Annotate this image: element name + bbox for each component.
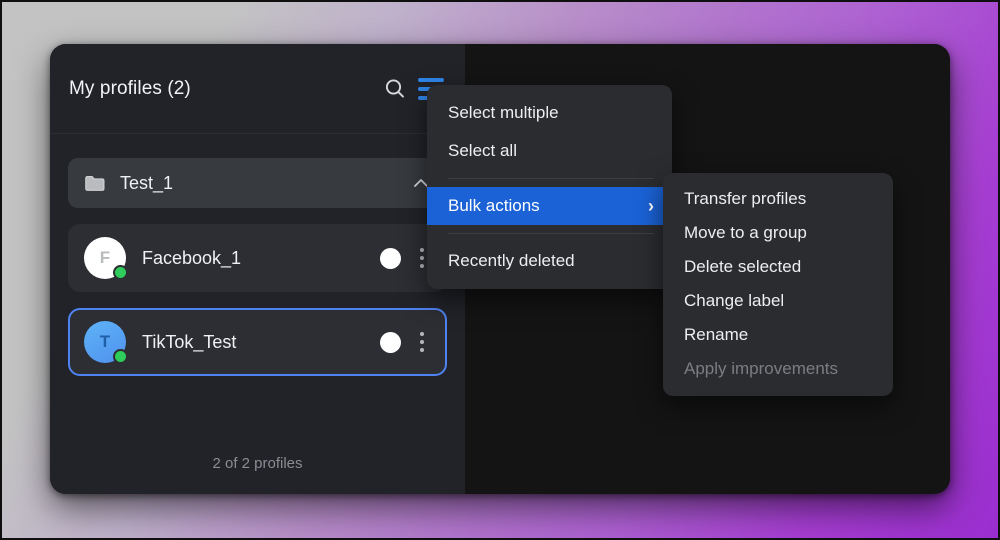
profile-row-facebook-1[interactable]: F Facebook_1 — [68, 224, 447, 292]
avatar: F — [84, 237, 128, 280]
profile-name: TikTok_Test — [142, 331, 237, 352]
profiles-list: Test_1 F Facebook_1 T TikTok_Test — [50, 134, 465, 432]
profile-toggle[interactable] — [380, 331, 401, 353]
submenu-item-label: Change label — [684, 291, 785, 310]
profile-name: Facebook_1 — [142, 247, 242, 268]
submenu-item-label: Apply improvements — [684, 359, 839, 378]
search-icon — [383, 77, 407, 101]
sidebar-header: My profiles (2) — [50, 44, 465, 134]
menu-item-select-all[interactable]: Select all — [427, 132, 672, 170]
submenu-item-label: Transfer profiles — [684, 189, 807, 208]
submenu-item-delete-selected[interactable]: Delete selected — [663, 250, 893, 284]
menu-divider — [448, 233, 654, 234]
profiles-sidebar: My profiles (2) Test_1 F Facebook_1 T Ti… — [50, 44, 465, 494]
profile-group-name: Test_1 — [120, 172, 174, 193]
submenu-item-rename[interactable]: Rename — [663, 318, 893, 352]
status-online-dot — [113, 265, 128, 280]
profile-row-tiktok-test[interactable]: T TikTok_Test — [68, 308, 447, 376]
menu-divider — [448, 178, 654, 179]
chevron-right-icon: › — [648, 196, 654, 216]
submenu-item-apply-improvements: Apply improvements — [663, 352, 893, 386]
profile-toggle[interactable] — [380, 247, 401, 269]
submenu-item-move-to-a-group[interactable]: Move to a group — [663, 216, 893, 250]
submenu-item-label: Rename — [684, 325, 749, 344]
menu-item-label: Select all — [448, 141, 517, 160]
options-dropdown-menu: Select multiple Select all Bulk actions … — [427, 85, 672, 289]
page-title: My profiles (2) — [69, 77, 191, 99]
profile-group-row[interactable]: Test_1 — [68, 158, 447, 208]
search-button[interactable] — [377, 71, 413, 107]
status-online-dot — [113, 349, 128, 364]
submenu-item-label: Delete selected — [684, 257, 802, 276]
menu-item-label: Bulk actions — [448, 196, 540, 215]
bulk-actions-submenu: Transfer profiles Move to a group Delete… — [663, 173, 893, 396]
menu-item-label: Select multiple — [448, 103, 559, 122]
submenu-item-transfer-profiles[interactable]: Transfer profiles — [663, 182, 893, 216]
submenu-item-label: Move to a group — [684, 223, 807, 242]
submenu-item-change-label[interactable]: Change label — [663, 284, 893, 318]
folder-icon — [84, 174, 106, 193]
menu-item-select-multiple[interactable]: Select multiple — [427, 94, 672, 132]
avatar: T — [84, 321, 128, 364]
menu-item-bulk-actions[interactable]: Bulk actions › — [427, 187, 672, 225]
profile-more-options-icon[interactable] — [413, 328, 431, 356]
menu-item-label: Recently deleted — [448, 251, 575, 270]
menu-item-recently-deleted[interactable]: Recently deleted — [427, 242, 672, 280]
profiles-count-label: 2 of 2 profiles — [212, 454, 303, 472]
